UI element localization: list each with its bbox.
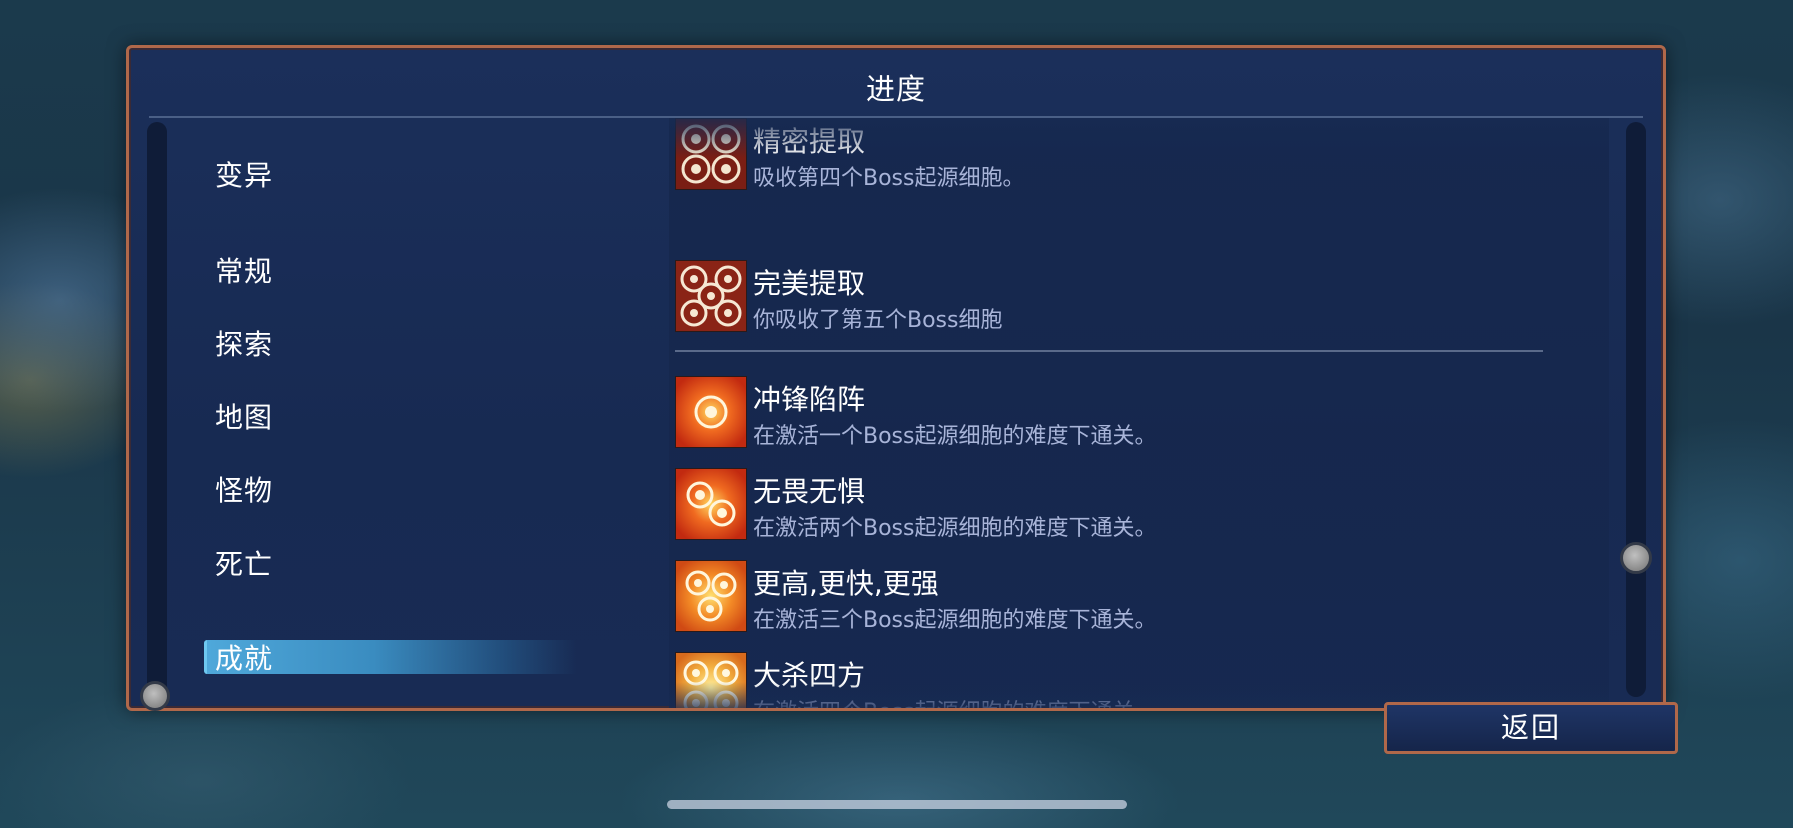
achievement-name: 精密提取 [753,125,866,158]
category-achievements[interactable]: 成就 [215,637,273,677]
achievement-description: 在激活两个Boss起源细胞的难度下通关。 [753,516,1157,541]
achievement-list[interactable]: 精密提取 吸收第四个Boss起源细胞。 完美提取 你吸收了第五个Boss细胞 冲… [669,118,1609,708]
achievement-name: 无畏无惧 [753,475,866,508]
left-scrollbar-thumb[interactable] [140,681,170,711]
achievement-description: 你吸收了第五个Boss细胞 [753,308,1003,333]
boss-cell-difficulty-2-icon [675,468,747,540]
progress-panel: 进度 变异 常规 探索 地图 怪物 死亡 成就 精密提取 吸收第四个Boss起源… [126,45,1666,711]
category-exploration[interactable]: 探索 [215,323,273,363]
category-mutations[interactable]: 变异 [215,154,273,194]
category-general[interactable]: 常规 [215,250,273,290]
achievement-item: 更高,更快,更强 在激活三个Boss起源细胞的难度下通关。 [675,560,1575,633]
achievement-description: 在激活四个Boss起源细胞的难度下通关。 [753,694,1156,708]
achievement-item: 完美提取 你吸收了第五个Boss细胞 [675,260,1575,333]
achievement-description: 在激活一个Boss起源细胞的难度下通关。 [753,424,1157,449]
boss-cell-5-icon [675,260,747,332]
panel-title: 进度 [865,72,926,106]
category-map[interactable]: 地图 [215,396,273,436]
category-deaths[interactable]: 死亡 [215,543,273,583]
achievement-description: 在激活三个Boss起源细胞的难度下通关。 [753,608,1157,633]
boss-cell-difficulty-1-icon [675,376,747,448]
left-scrollbar-track[interactable] [147,122,167,697]
boss-cell-difficulty-3-icon [675,560,747,632]
achievement-name: 冲锋陷阵 [753,383,866,416]
game-screen: 进度 变异 常规 探索 地图 怪物 死亡 成就 精密提取 吸收第四个Boss起源… [0,0,1793,828]
right-scrollbar-thumb[interactable] [1620,542,1652,574]
boss-cell-difficulty-4-icon [675,652,747,708]
home-indicator[interactable] [667,800,1127,809]
achievement-name: 完美提取 [753,267,866,300]
section-divider [675,350,1543,352]
achievement-item: 精密提取 吸收第四个Boss起源细胞。 [675,118,1575,191]
achievement-item: 冲锋陷阵 在激活一个Boss起源细胞的难度下通关。 [675,376,1575,449]
achievement-item: 大杀四方 在激活四个Boss起源细胞的难度下通关。 [675,652,1575,708]
category-monsters[interactable]: 怪物 [215,469,273,509]
achievement-name: 更高,更快,更强 [753,567,939,600]
achievement-description: 吸收第四个Boss起源细胞。 [753,166,1025,191]
boss-cell-4-icon [675,118,747,190]
achievement-name: 大杀四方 [753,659,866,692]
achievement-item: 无畏无惧 在激活两个Boss起源细胞的难度下通关。 [675,468,1575,541]
back-button[interactable]: 返回 [1384,702,1678,754]
right-scrollbar-track[interactable] [1626,122,1646,697]
